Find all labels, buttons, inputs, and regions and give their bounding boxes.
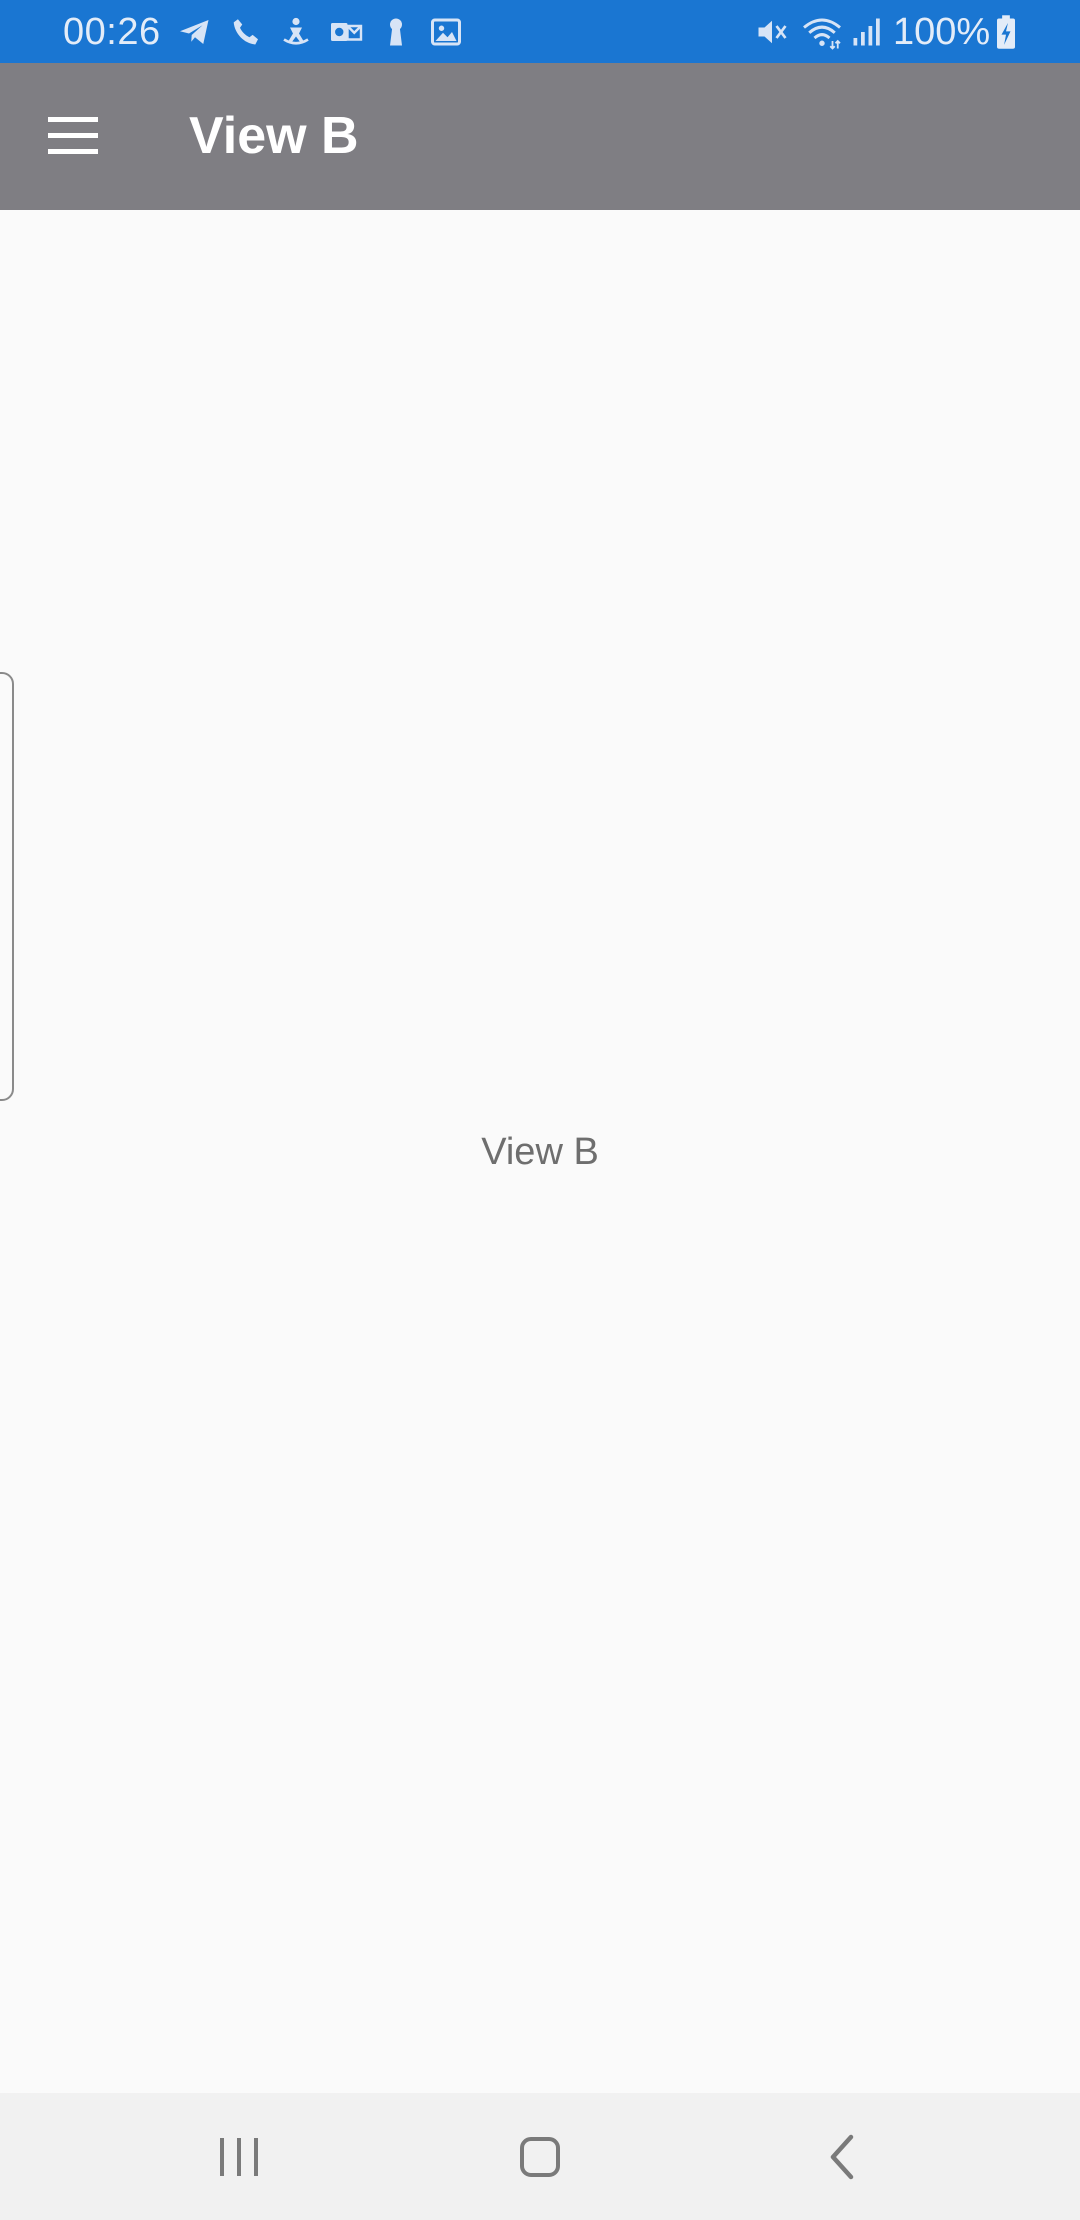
status-bar: 00:26 100% (0, 0, 1080, 63)
signal-icon (849, 14, 885, 50)
view-label: View B (481, 1131, 599, 1173)
recent-apps-icon (220, 2138, 258, 2176)
accessibility-icon (278, 14, 314, 50)
page-title: View B (189, 107, 359, 165)
mute-icon (754, 14, 790, 50)
image-icon (428, 14, 464, 50)
screen: 00:26 100% View B View B (0, 0, 1080, 2220)
app-bar: View B (0, 63, 1080, 210)
wifi-icon (800, 14, 844, 50)
phone-icon (228, 14, 264, 50)
battery-level: 100% (893, 11, 991, 53)
recent-apps-button[interactable] (201, 2119, 277, 2195)
drawer-edge-handle[interactable] (0, 672, 14, 1101)
outlook-icon (328, 14, 364, 50)
navigation-bar (0, 2093, 1080, 2220)
keyhole-icon (378, 14, 414, 50)
hamburger-menu-icon (48, 117, 98, 154)
home-icon (520, 2137, 560, 2177)
battery-charging-icon (992, 14, 1020, 50)
home-button[interactable] (502, 2119, 578, 2195)
main-content: View B (0, 210, 1080, 2093)
telegram-icon (177, 14, 213, 50)
back-icon (830, 2134, 854, 2180)
hamburger-menu-button[interactable] (36, 99, 110, 173)
status-time: 00:26 (63, 11, 161, 53)
back-button[interactable] (805, 2119, 881, 2195)
